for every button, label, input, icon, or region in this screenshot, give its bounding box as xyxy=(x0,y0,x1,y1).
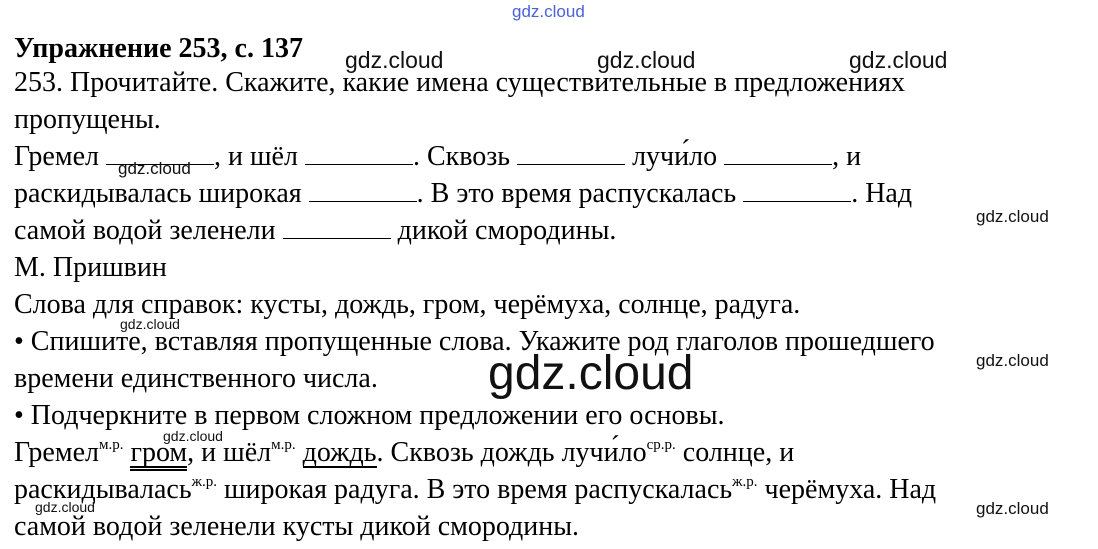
watermark: gdz.cloud xyxy=(976,499,1049,518)
intro-line-2: пропущены. xyxy=(14,104,161,135)
blank-7 xyxy=(282,216,391,239)
gender-mark: ж.р. xyxy=(191,474,217,490)
author: М. Пришвин xyxy=(14,252,167,283)
gender-mark: ж.р. xyxy=(732,474,758,490)
gender-mark: м.р. xyxy=(98,437,124,453)
gender-mark: м.р. xyxy=(271,437,296,453)
watermark: gdz.cloud xyxy=(597,47,696,73)
watermark: gdz.cloud xyxy=(488,347,694,400)
watermark: gdz.cloud xyxy=(849,47,948,73)
watermark: gdz.cloud xyxy=(35,499,95,515)
task-line-2: раскидывалась широкая . В это время расп… xyxy=(14,178,913,209)
exercise-document: Упражнение 253, с. 137 253. Прочитайте. … xyxy=(14,34,1090,545)
answer-line-3: самой водой зеленели кусты дикой смороди… xyxy=(14,511,580,542)
watermark: gdz.cloud xyxy=(976,351,1049,370)
gender-mark: ср.р. xyxy=(646,437,676,453)
task-line-3: самой водой зеленели дикой смородины. xyxy=(14,215,617,246)
watermark: gdz.cloud xyxy=(120,316,180,332)
underlined-subject: гром xyxy=(130,437,188,471)
underlined-subject: дождь xyxy=(302,437,377,468)
blank-2 xyxy=(304,142,413,165)
blank-6 xyxy=(743,179,852,202)
blank-4 xyxy=(724,142,833,165)
watermark: gdz.cloud xyxy=(118,159,191,178)
watermark: gdz.cloud xyxy=(345,47,444,73)
watermark: gdz.cloud xyxy=(512,2,585,21)
blank-5 xyxy=(308,179,417,202)
answer-line-2: раскидываласьж.р. широкая радуга. В это … xyxy=(14,474,937,505)
watermark: gdz.cloud xyxy=(976,207,1049,226)
blank-3 xyxy=(517,142,626,165)
watermark: gdz.cloud xyxy=(163,428,223,444)
